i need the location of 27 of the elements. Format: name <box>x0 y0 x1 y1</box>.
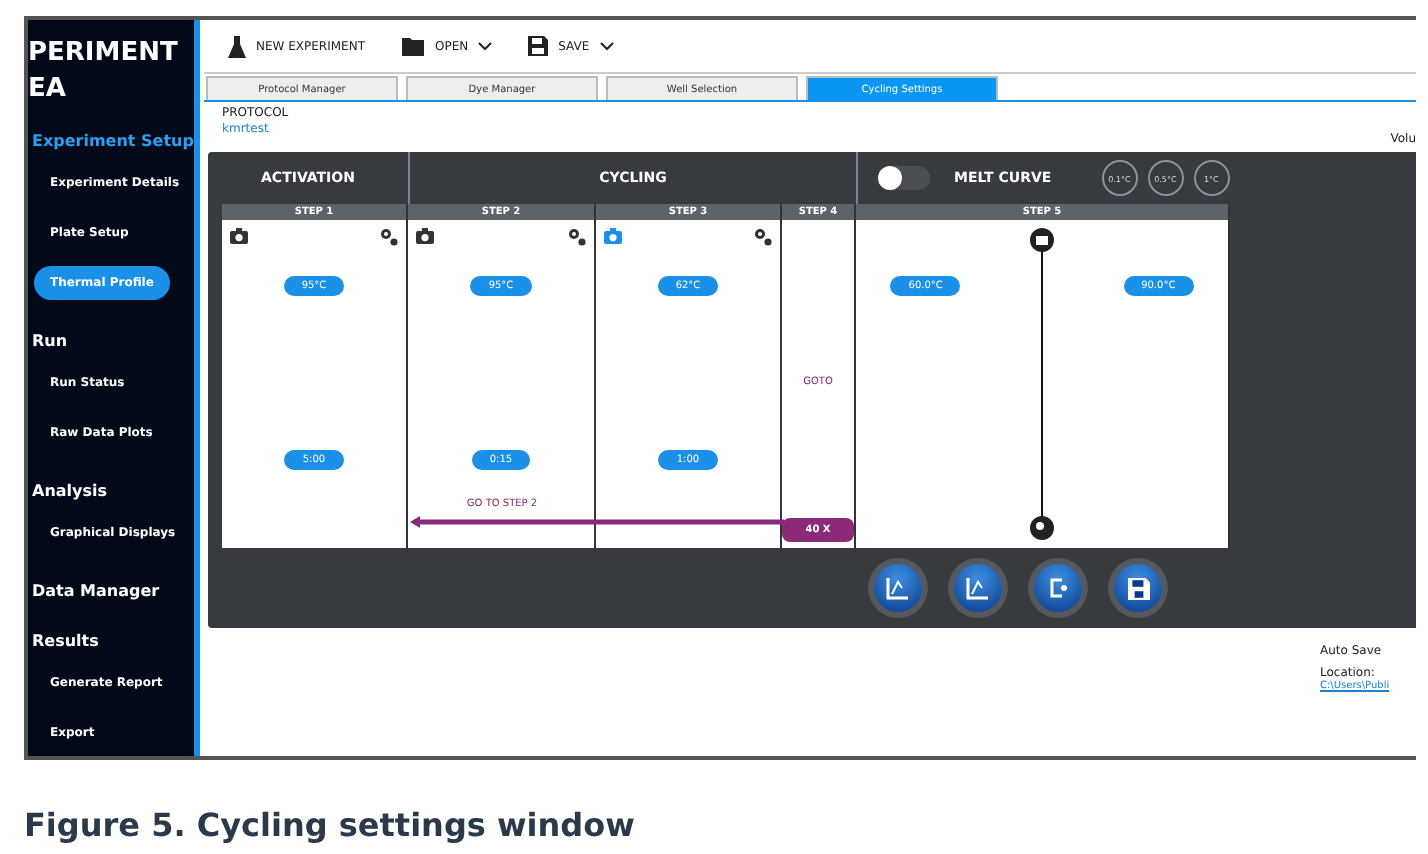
caret-icon <box>599 41 614 51</box>
chart-icon <box>966 576 990 600</box>
app-title: PERIMENT <box>28 36 178 72</box>
flask-icon <box>228 35 246 57</box>
sidebar-heading: Results <box>32 632 99 650</box>
action-button[interactable] <box>948 558 1008 618</box>
figure-caption: Figure 5. Cycling settings window <box>24 806 637 844</box>
save-icon <box>528 36 549 56</box>
sidebar-heading: Data Manager <box>32 582 160 600</box>
action-button[interactable] <box>1108 558 1168 618</box>
folder-icon <box>401 37 425 55</box>
save-icon <box>1127 577 1149 599</box>
sidebar-heading: Analysis <box>32 482 108 500</box>
melt-curve-toggle[interactable] <box>878 166 930 190</box>
gears-icon[interactable] <box>754 228 772 246</box>
action-button[interactable] <box>868 558 928 618</box>
sidebar-heading: Experiment Setup <box>32 132 194 150</box>
gears-icon[interactable] <box>380 228 398 246</box>
gears-icon[interactable] <box>568 228 586 246</box>
camera-icon[interactable] <box>416 228 434 244</box>
caret-icon <box>478 41 493 51</box>
action-button[interactable] <box>1028 558 1088 618</box>
chart-icon <box>886 576 910 600</box>
sidebar-heading: Run <box>32 332 68 350</box>
app-title: EA <box>28 72 66 108</box>
camera-icon[interactable] <box>230 228 248 244</box>
loop-icon <box>1046 576 1070 600</box>
